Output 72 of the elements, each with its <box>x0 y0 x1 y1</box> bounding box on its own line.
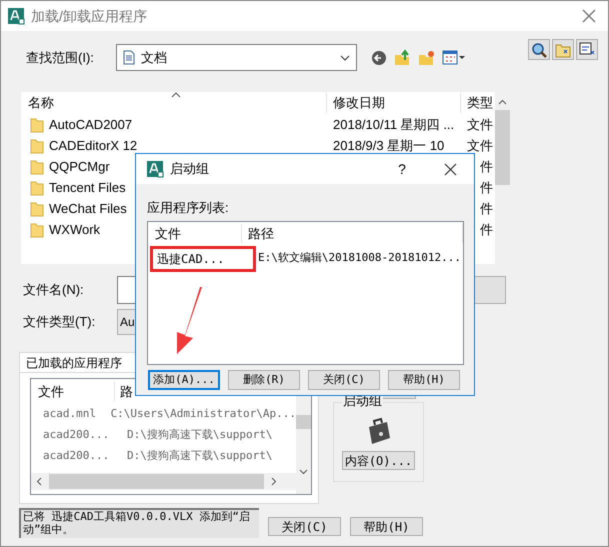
dialog-button[interactable]: 删除(R) <box>228 370 300 390</box>
file-cell: 迅捷CAD... <box>157 252 224 266</box>
file-type-label: 文件类型(T): <box>23 313 96 332</box>
close-icon[interactable] <box>444 162 457 176</box>
dialog-button[interactable]: 关闭(C) <box>268 517 341 536</box>
dialog-button[interactable]: 添加(A)... <box>148 370 220 390</box>
dialog-button[interactable]: 关闭(C) <box>308 370 380 390</box>
scroll-up-icon[interactable] <box>498 99 507 105</box>
file-type: 件 <box>479 158 493 176</box>
look-in-value: 文档 <box>141 48 168 67</box>
tools-icon[interactable] <box>579 42 595 58</box>
column-header[interactable]: 类型 <box>461 93 493 113</box>
horizontal-scrollbar[interactable] <box>31 473 296 490</box>
column-header[interactable]: 文件 <box>148 224 242 244</box>
dialog-title: 启动组 <box>170 160 210 178</box>
column-header[interactable]: 路 <box>115 382 133 402</box>
file-cell-text: acad200... <box>42 448 110 464</box>
new-folder-icon[interactable] <box>418 50 435 66</box>
app-logo-icon <box>146 160 164 178</box>
path-cell-text: D:\搜狗高速下载\support\ <box>126 427 272 444</box>
tab[interactable]: 已加载的应用程序 <box>19 352 137 372</box>
file-name[interactable]: Tencent Files <box>49 178 126 198</box>
help-button[interactable]: ? <box>392 158 412 180</box>
file-cell-text: acad.mnl <box>42 406 97 422</box>
file-name[interactable]: WeChat Files <box>49 198 127 218</box>
file-name[interactable]: AutoCAD2007 <box>49 114 132 134</box>
folder-icon <box>30 138 44 154</box>
scroll-right-icon[interactable] <box>271 477 277 486</box>
file-type: 件 <box>479 178 493 197</box>
dialog-button[interactable] <box>474 276 506 304</box>
search-icon[interactable] <box>531 42 547 58</box>
file-name[interactable]: WXWork <box>49 220 100 240</box>
scroll-left-icon[interactable] <box>36 477 42 486</box>
scroll-down-icon[interactable] <box>299 469 308 475</box>
path-cell-text: E:\软文编辑\20181008-20181012... <box>258 250 461 266</box>
file-type: 文件 <box>466 136 493 155</box>
column-header[interactable]: 名称 <box>21 93 327 113</box>
dialog-button[interactable]: 帮助(H) <box>388 370 460 390</box>
scroll-thumb[interactable] <box>296 415 311 429</box>
path-cell-text: C:\Users\Administrator\Ap... <box>110 406 296 422</box>
view-menu-icon[interactable] <box>442 50 466 65</box>
modified-date: 2018/9/3 星期一 10 <box>332 136 446 155</box>
folder-icon <box>30 180 44 196</box>
dialog-button[interactable]: 帮助(H) <box>350 517 423 536</box>
file-name[interactable]: CADEditorX 12 <box>49 136 138 156</box>
app-logo-icon <box>7 7 25 25</box>
column-header[interactable]: 修改日期 <box>327 93 461 113</box>
path-cell-text: D:\搜狗高速下载\support\ <box>126 448 272 464</box>
back-icon[interactable] <box>371 50 387 66</box>
folder-icon <box>30 200 44 216</box>
file-cell-text: acad200... <box>42 427 110 444</box>
column-header[interactable]: 文件 <box>31 382 115 402</box>
chevron-down-icon <box>340 54 350 60</box>
file-type: 件 <box>479 220 493 239</box>
look-in-label: 查找范围(I): <box>26 48 95 67</box>
window-title: 加载/卸载应用程序 <box>31 6 148 26</box>
folder-icon <box>30 158 44 174</box>
list-label: 应用程序列表: <box>147 199 230 217</box>
status-message: 已将 迅捷CAD工具箱V0.0.0.VLX 添加到“启动”组中。 <box>19 508 259 538</box>
folder-icon <box>30 116 44 132</box>
look-in-dropdown[interactable]: 文档 <box>116 44 357 71</box>
file-name-label: 文件名(N): <box>23 281 85 300</box>
folder-icon <box>30 222 44 238</box>
folder-icon[interactable] <box>555 42 571 58</box>
document-icon <box>123 50 135 65</box>
up-folder-icon[interactable] <box>394 49 411 66</box>
contents-button[interactable]: 内容(O)... <box>342 451 415 470</box>
modified-date: 2018/10/11 星期四 ... <box>332 116 456 134</box>
column-header[interactable]: 路径 <box>242 224 463 244</box>
file-type: 件 <box>479 200 493 218</box>
file-name[interactable]: QQPCMgr <box>49 156 110 176</box>
file-type: 文件 <box>466 116 493 134</box>
